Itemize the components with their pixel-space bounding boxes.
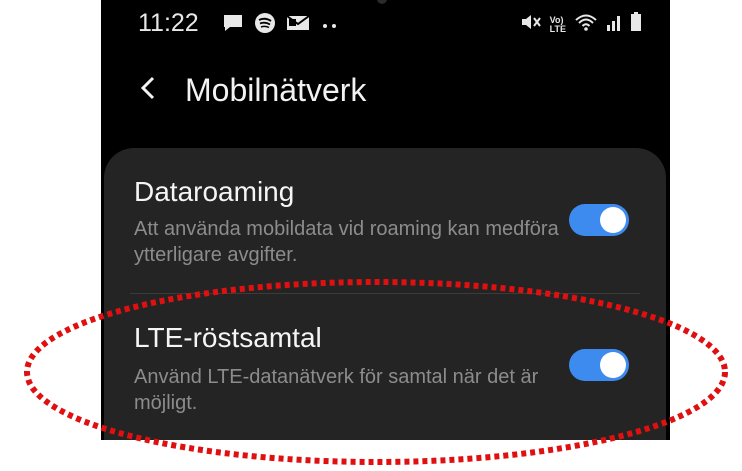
page-title: Mobilnätverk <box>185 72 367 108</box>
spotify-icon <box>254 12 276 39</box>
setting-description: Att använda mobildata vid roaming kan me… <box>134 218 559 266</box>
mute-icon <box>520 12 542 37</box>
app-header: Mobilnätverk <box>101 60 670 120</box>
setting-lte-voice[interactable]: LTE-röstsamtal Använd LTE-datanätverk fö… <box>104 294 666 440</box>
status-left-icons <box>222 12 340 39</box>
setting-description: Använd LTE-datanätverk för samtal när de… <box>134 366 539 414</box>
settings-card: Dataroaming Att använda mobildata vid ro… <box>104 148 666 440</box>
volte-icon: Vo) LTE <box>549 15 566 34</box>
status-bar: 11:22 Vo) LTE <box>101 0 670 45</box>
toggle-knob <box>600 207 626 233</box>
battery-icon <box>630 12 642 37</box>
chat-bubble-icon <box>222 13 244 38</box>
toggle-knob <box>600 352 626 378</box>
phone-screen: 11:22 Vo) LTE Mobilnätverk Dataroaming A… <box>101 0 670 440</box>
back-button[interactable] <box>137 72 159 104</box>
setting-dataroaming[interactable]: Dataroaming Att använda mobildata vid ro… <box>104 148 666 290</box>
wifi-icon <box>574 12 598 37</box>
message-icon <box>286 13 310 38</box>
setting-title: Dataroaming <box>134 176 295 207</box>
signal-icon <box>606 13 622 36</box>
dataroaming-toggle[interactable] <box>569 204 629 236</box>
status-time: 11:22 <box>138 9 199 37</box>
more-dots-icon <box>320 17 340 35</box>
volte-label-bottom: LTE <box>549 23 566 34</box>
status-right-icons: Vo) LTE <box>520 12 642 37</box>
lte-voice-toggle[interactable] <box>569 349 629 381</box>
chevron-left-icon <box>137 76 159 108</box>
setting-title: LTE-röstsamtal <box>134 322 322 353</box>
